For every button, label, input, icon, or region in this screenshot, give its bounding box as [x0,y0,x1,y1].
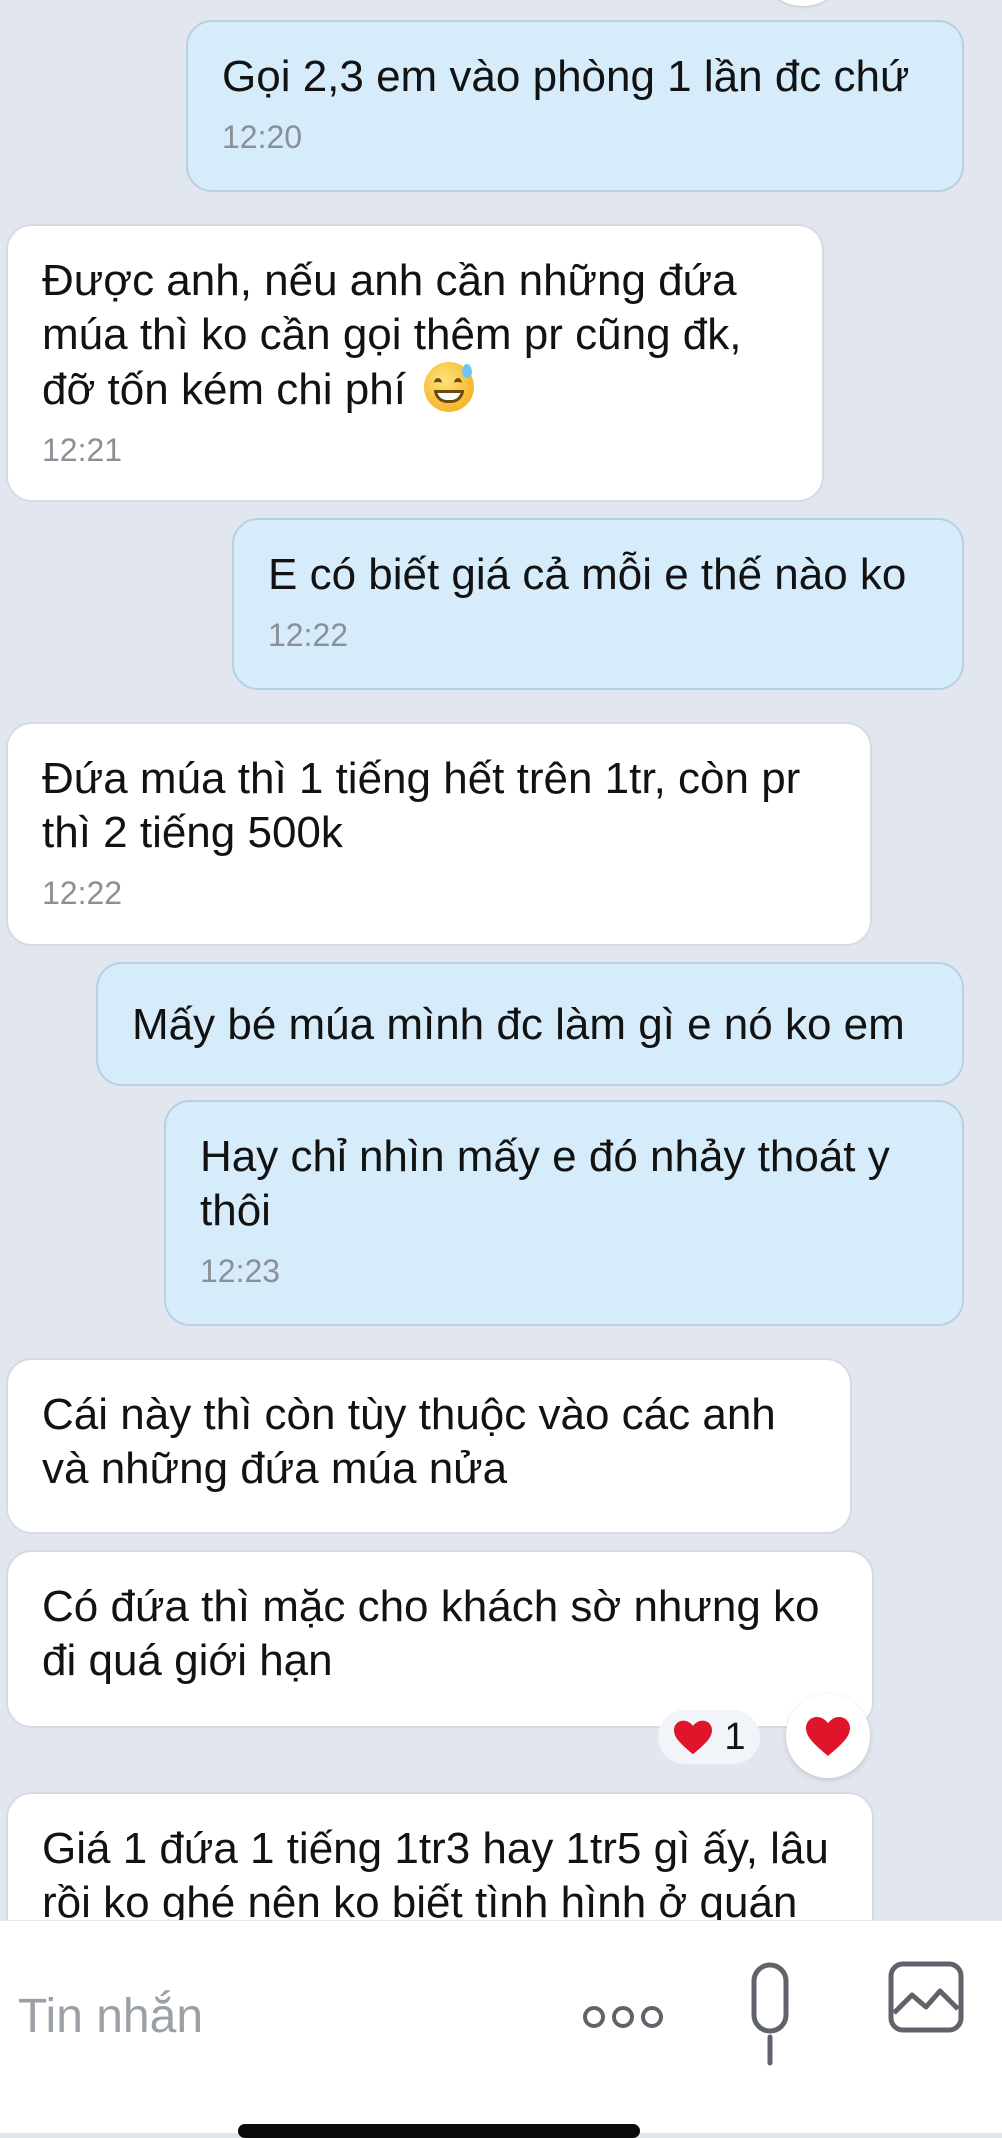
heart-icon [806,1717,850,1756]
grinning-sweat-emoji [424,362,475,412]
reaction-count: 1 [724,1715,746,1758]
message-input[interactable]: Tin nhắn [18,1965,203,2069]
message-text: Mấy bé múa mình đc làm gì e nó ko em [132,1000,905,1049]
message-bubble-incoming[interactable]: Được anh, nếu anh cần những đứa múa thì … [6,224,824,502]
home-indicator [238,2124,640,2138]
message-text: Được anh, nếu anh cần những đứa múa thì … [42,256,742,414]
message-bubble-incoming[interactable]: Đứa múa thì 1 tiếng hết trên 1tr, còn pr… [6,722,872,946]
microphone-icon[interactable] [742,1961,798,2073]
avatar-peek [768,0,838,6]
message-text: Cái này thì còn tùy thuộc vào các anh và… [42,1390,776,1493]
message-bubble-incoming[interactable]: Có đứa thì mặc cho khách sờ nhưng ko đi … [6,1550,874,1728]
message-composer: Tin nhắn [0,1920,1002,2133]
message-time: 12:20 [222,119,303,155]
message-time: 12:22 [42,875,123,911]
message-text: Có đứa thì mặc cho khách sờ nhưng ko đi … [42,1582,820,1685]
message-text: Hay chỉ nhìn mấy e đó nhảy thoát y thôi [200,1132,890,1235]
message-bubble-outgoing[interactable]: Mấy bé múa mình đc làm gì e nó ko em [96,962,964,1086]
message-text: Giá 1 đứa 1 tiếng 1tr3 hay 1tr5 gì ấy, l… [42,1824,829,1927]
message-bubble-incoming[interactable]: Cái này thì còn tùy thuộc vào các anh và… [6,1358,852,1534]
message-text: Đứa múa thì 1 tiếng hết trên 1tr, còn pr… [42,754,801,857]
heart-icon [674,1720,713,1755]
message-time: 12:22 [268,617,349,653]
message-bubble-outgoing[interactable]: Hay chỉ nhìn mấy e đó nhảy thoát y thôi … [164,1100,964,1326]
react-heart-button[interactable] [786,1694,870,1778]
message-text: E có biết giá cả mỗi e thế nào ko [268,550,907,599]
image-icon[interactable] [888,1961,964,2033]
message-bubble-outgoing[interactable]: Gọi 2,3 em vào phòng 1 lần đc chứ 12:20 [186,20,964,192]
message-time: 12:21 [42,432,123,468]
more-icon[interactable] [582,1989,664,2045]
reaction-summary[interactable]: 1 [658,1710,760,1764]
message-text: Gọi 2,3 em vào phòng 1 lần đc chứ [222,52,910,101]
message-time: 12:23 [200,1253,281,1289]
message-bubble-outgoing[interactable]: E có biết giá cả mỗi e thế nào ko 12:22 [232,518,964,690]
